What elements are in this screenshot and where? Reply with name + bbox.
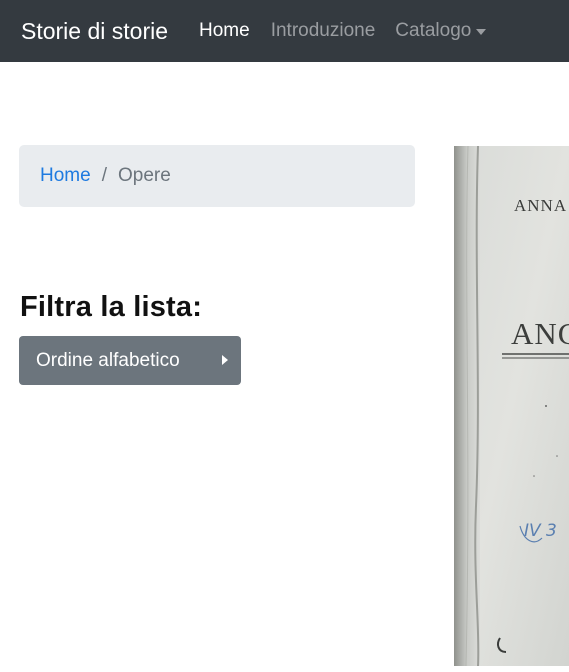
filter-dropdown-button[interactable]: Ordine alfabetico bbox=[19, 336, 241, 385]
breadcrumb: Home / Opere bbox=[19, 145, 415, 207]
chevron-down-icon bbox=[476, 29, 487, 35]
nav-item-catalogo-label: Catalogo bbox=[395, 20, 472, 41]
filter-button-label: Ordine alfabetico bbox=[36, 349, 180, 371]
cover-handwritten-note: IV 3 bbox=[524, 521, 557, 541]
nav-item-catalogo[interactable]: Catalogo bbox=[395, 20, 487, 42]
breadcrumb-separator: / bbox=[101, 165, 107, 186]
top-navbar: Storie di storie Home Introduzione Catal… bbox=[0, 0, 569, 62]
navbar-brand[interactable]: Storie di storie bbox=[21, 18, 168, 45]
cover-author-text: ANNA bbox=[514, 196, 567, 215]
filter-title: Filtra la lista: bbox=[20, 291, 203, 323]
breadcrumb-home-link[interactable]: Home bbox=[40, 165, 91, 187]
nav-item-home[interactable]: Home bbox=[199, 20, 250, 42]
cover-title-text: ANG bbox=[511, 316, 569, 351]
breadcrumb-current: Opere bbox=[117, 165, 171, 186]
book-cover-image[interactable]: ANNA ANG IV 3 bbox=[454, 146, 569, 666]
nav-item-introduzione[interactable]: Introduzione bbox=[271, 20, 376, 42]
chevron-right-icon bbox=[222, 355, 228, 365]
